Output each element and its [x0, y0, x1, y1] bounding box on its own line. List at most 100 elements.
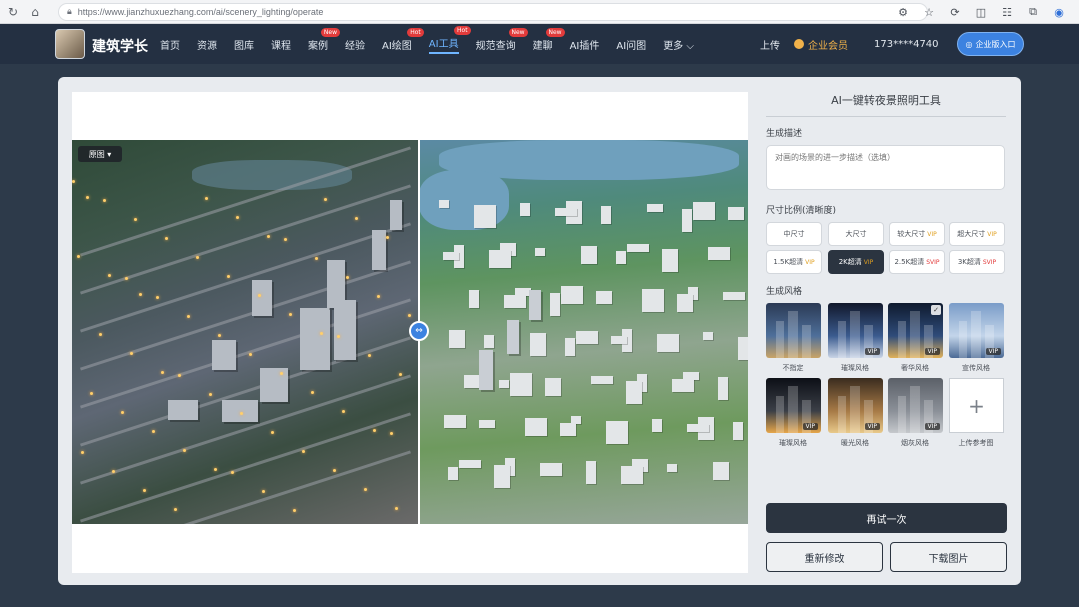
settings-icon[interactable]: ⚙ — [893, 2, 913, 22]
style-option[interactable]: VIP — [888, 378, 943, 433]
upload-reference-button[interactable]: + — [949, 378, 1004, 433]
style-option[interactable]: VIP ✓ — [888, 303, 943, 358]
split-view-icon[interactable]: ◫ — [971, 2, 991, 22]
brand-name[interactable]: 建筑学长 — [92, 36, 148, 56]
favorites-icon[interactable]: ☷ — [997, 2, 1017, 22]
collections-icon[interactable]: ⧉ — [1023, 2, 1043, 22]
home-icon[interactable]: ⌂ — [24, 1, 46, 23]
nav-item[interactable]: 经验 — [345, 37, 365, 52]
nav-item[interactable]: 案例 New — [308, 27, 340, 52]
lock-icon: 🔒︎ — [67, 7, 72, 17]
size-option[interactable]: 1.5K超清 VIP — [766, 250, 822, 274]
nav-item[interactable]: AI插件 — [570, 37, 600, 52]
nav-item-label: 经验 — [345, 40, 365, 52]
street-light-dot — [240, 412, 243, 415]
style-thumb-building — [910, 311, 920, 358]
style-thumb-building — [910, 386, 920, 433]
nav-item[interactable]: 建聊 New — [533, 27, 565, 52]
nav-item[interactable]: 规范查询 New — [476, 27, 528, 52]
vip-badge: VIP — [802, 423, 818, 430]
building-block — [682, 209, 692, 232]
street-light-dot — [218, 334, 221, 337]
nav-badge: New — [508, 27, 528, 37]
building-block — [621, 466, 643, 484]
building-block — [672, 379, 694, 392]
compare-slider-handle[interactable]: ⇔ — [409, 321, 429, 341]
street-light-dot — [152, 430, 155, 433]
nav-item[interactable]: AI工具 Hot — [428, 25, 471, 54]
building-block — [565, 338, 575, 356]
nav-item[interactable]: 首页 — [160, 37, 180, 52]
before-after-compare[interactable]: ⇔ 原图 ▾ — [72, 140, 748, 524]
view-selector[interactable]: 原图 ▾ — [78, 146, 122, 162]
address-bar[interactable]: 🔒︎ https://www.jianzhuxuezhang.com/ai/sc… — [58, 3, 928, 21]
street-light-dot — [178, 374, 181, 377]
user-phone[interactable]: 173****4740 — [874, 39, 939, 50]
building-block — [545, 378, 561, 396]
street-light-dot — [130, 352, 133, 355]
description-input[interactable] — [766, 145, 1005, 190]
vip-badge: VIP — [927, 230, 937, 238]
nav-item[interactable]: 课程 — [271, 37, 291, 52]
vip-badge: VIP — [985, 348, 1001, 355]
size-option[interactable]: 3K超清 SVIP — [949, 250, 1005, 274]
modify-button[interactable]: 重新修改 — [766, 542, 883, 572]
size-option[interactable]: 2.5K超清 SVIP — [889, 250, 945, 274]
size-option[interactable]: 大尺寸 — [828, 222, 884, 246]
style-option[interactable]: VIP — [766, 378, 821, 433]
building-shape — [222, 400, 258, 422]
size-option[interactable]: 中尺寸 — [766, 222, 822, 246]
size-label: 尺寸比例(清晰度) — [766, 206, 837, 216]
nav-item[interactable]: 更多 ⌵ — [663, 37, 694, 52]
style-option[interactable] — [766, 303, 821, 358]
url-text[interactable]: https://www.jianzhuxuezhang.com/ai/scene… — [78, 7, 324, 17]
building-block — [443, 252, 459, 260]
nav-item[interactable]: 图库 — [234, 37, 254, 52]
building-block — [464, 375, 480, 388]
building-block — [611, 336, 627, 344]
street-light-dot — [267, 235, 270, 238]
building-block — [550, 293, 560, 316]
member-link[interactable]: 企业会员 — [794, 37, 848, 52]
street-light-dot — [395, 507, 398, 510]
style-thumb-building — [776, 396, 784, 433]
style-option[interactable]: VIP — [828, 378, 883, 433]
style-option[interactable]: VIP — [828, 303, 883, 358]
building-block — [703, 332, 713, 340]
style-option[interactable]: VIP — [949, 303, 1004, 358]
nav-item[interactable]: 资源 — [197, 37, 217, 52]
size-option-label: 2K超清 — [838, 258, 862, 266]
avatar[interactable] — [55, 29, 85, 59]
building-block — [448, 467, 458, 480]
nav-item-label: 首页 — [160, 40, 180, 52]
street-light-dot — [139, 293, 142, 296]
star-icon[interactable]: ☆ — [919, 2, 939, 22]
style-label: 生成风格 — [766, 287, 803, 297]
street-light-dot — [373, 429, 376, 432]
style-thumb-building — [838, 321, 846, 358]
try-again-button[interactable]: 再试一次 — [766, 503, 1007, 533]
extensions-icon[interactable]: ⟳ — [945, 2, 965, 22]
size-option[interactable]: 较大尺寸 VIP — [889, 222, 945, 246]
size-option[interactable]: 2K超清 VIP — [828, 250, 884, 274]
nav-item[interactable]: AI绘图 Hot — [382, 27, 424, 52]
enterprise-entry-button[interactable]: ◎ 企业版入口 — [957, 32, 1024, 56]
style-thumb-building — [898, 321, 906, 358]
nav-item[interactable]: AI问图 — [616, 37, 646, 52]
building-block — [718, 377, 728, 400]
street-light-dot — [399, 373, 402, 376]
building-shape — [212, 340, 236, 370]
checkmark-icon: ✓ — [931, 305, 941, 315]
building-block — [540, 463, 562, 476]
download-button[interactable]: 下载图片 — [890, 542, 1007, 572]
street-light-dot — [174, 508, 177, 511]
street-light-dot — [355, 217, 358, 220]
size-option[interactable]: 超大尺寸 VIP — [949, 222, 1005, 246]
nav-badge: New — [545, 27, 565, 37]
profile-icon[interactable]: ◉ — [1049, 2, 1069, 22]
street-light-dot — [262, 490, 265, 493]
building-block — [484, 335, 494, 348]
upload-link[interactable]: 上传 — [760, 37, 780, 52]
building-block — [738, 337, 748, 360]
refresh-icon[interactable]: ↻ — [2, 1, 24, 23]
